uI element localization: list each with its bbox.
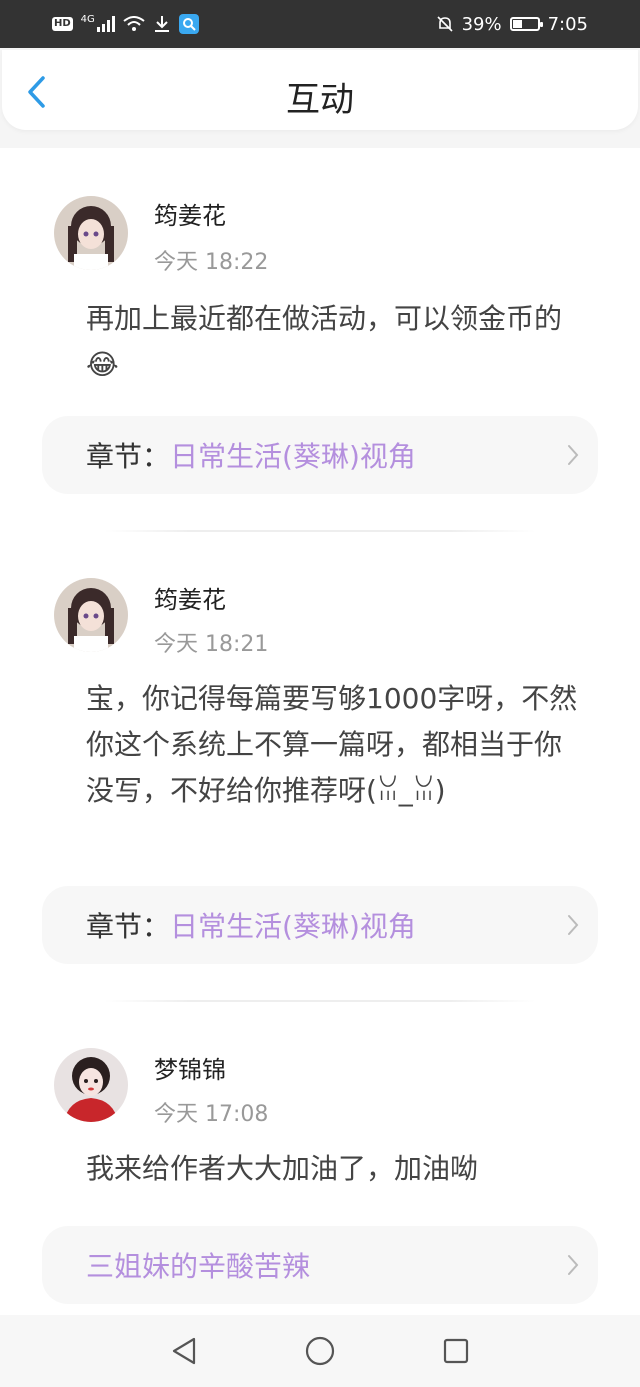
chapter-link-card[interactable]: 章节： 日常生活(葵琳)视角: [42, 886, 598, 964]
search-app-icon: [178, 14, 199, 34]
nav-home-button[interactable]: [300, 1331, 340, 1371]
timestamp: 今天 17:08: [154, 1102, 269, 1127]
chapter-link-card[interactable]: 三姐妹的辛酸苦辣: [42, 1226, 598, 1304]
username[interactable]: 筠姜花: [154, 196, 226, 231]
timestamp: 今天 18:21: [154, 632, 269, 657]
chevron-right-icon: [568, 915, 579, 935]
username[interactable]: 筠姜花: [154, 580, 226, 615]
comment-text: 再加上最近都在做活动，可以领金币的😂: [86, 302, 563, 381]
chapter-link-card[interactable]: 章节： 日常生活(葵琳)视角: [42, 416, 598, 494]
chevron-right-icon: [568, 1255, 579, 1275]
header-card: 互动: [2, 50, 638, 130]
circle-home-icon: [305, 1336, 335, 1366]
status-right: 39% 7:05: [436, 14, 588, 35]
clock: 7:05: [547, 13, 588, 35]
hd-badge: HD: [52, 17, 73, 31]
comment-text: 我来给作者大大加油了，加油呦: [86, 1152, 479, 1185]
chapter-title: 日常生活(葵琳)视角: [170, 440, 416, 473]
avatar[interactable]: [54, 196, 128, 270]
network-type: 4G: [80, 13, 95, 25]
chevron-right-icon: [568, 445, 579, 465]
download-icon: [154, 16, 169, 32]
chapter-label: 章节：: [86, 440, 171, 473]
triangle-back-icon: [172, 1337, 196, 1365]
chapter-title: 三姐妹的辛酸苦辣: [86, 1250, 311, 1283]
square-recents-icon: [443, 1338, 469, 1364]
signal-icon: [96, 16, 115, 32]
nav-back-button[interactable]: [164, 1331, 204, 1371]
nav-recents-button[interactable]: [436, 1331, 476, 1371]
avatar[interactable]: [54, 1048, 128, 1122]
battery-percent: 39%: [461, 13, 502, 35]
avatar[interactable]: [54, 578, 128, 652]
username[interactable]: 梦锦锦: [154, 1050, 226, 1085]
comment-text: 宝，你记得每篇要写够1000字呀，不然你这个系统上不算一篇呀，都相当于你没写，不…: [86, 682, 578, 807]
status-bar: HD 4G 39% 7:05: [0, 0, 640, 48]
bell-muted-icon: [436, 16, 453, 32]
header: 互动: [0, 48, 640, 148]
status-left: HD 4G: [52, 14, 199, 34]
chapter-label: 章节：: [86, 910, 171, 943]
divider: [104, 530, 536, 532]
battery-icon: [509, 17, 543, 31]
wifi-icon: [123, 16, 145, 31]
divider: [104, 1000, 536, 1002]
page-title: 互动: [286, 80, 354, 120]
chapter-title: 日常生活(葵琳)视角: [170, 910, 416, 943]
timestamp: 今天 18:22: [154, 250, 269, 275]
system-nav-bar: [0, 1315, 640, 1387]
